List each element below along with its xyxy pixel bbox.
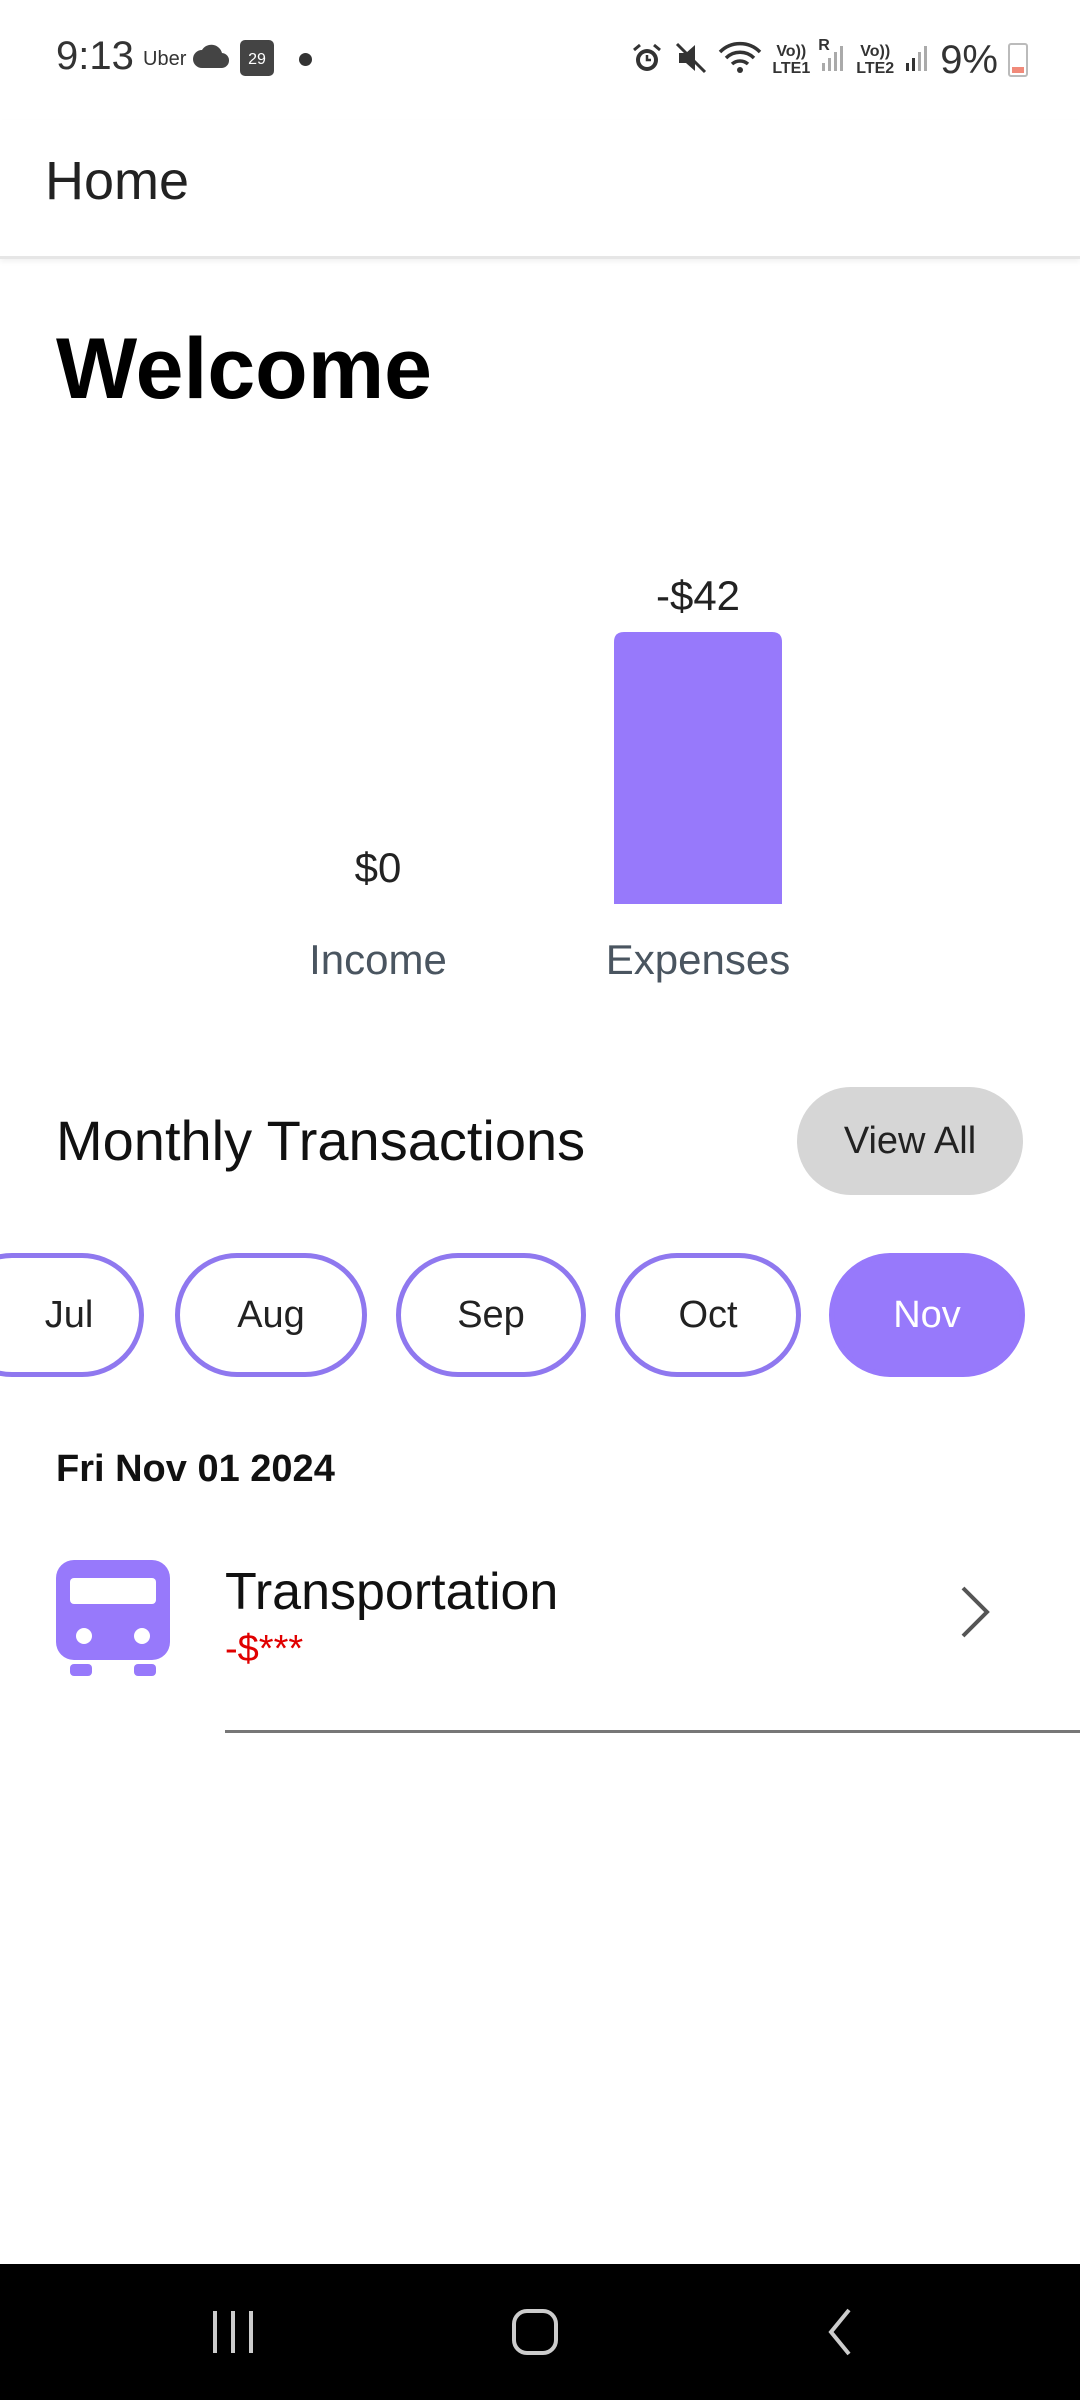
date-header: Fri Nov 01 2024 [56, 1448, 335, 1490]
system-nav-bar [0, 2264, 1080, 2400]
lte1-bottom: LTE1 [772, 60, 811, 77]
status-time: 9:13 [56, 34, 134, 78]
battery-percent: 9% [940, 37, 998, 82]
alarm-icon [630, 41, 664, 80]
lte2-bottom: LTE2 [856, 60, 895, 77]
month-pill-jul[interactable]: Jul [0, 1253, 144, 1377]
status-bar: 9:13 Uber 29 Vo)) LTE1 R Vo)) LTE2 9% [0, 0, 1080, 120]
app-bar: Home [0, 120, 1080, 259]
bar-expenses [614, 632, 782, 904]
month-label: Jul [44, 1293, 94, 1336]
signal-1-icon: R [818, 37, 846, 78]
month-label: Oct [678, 1293, 738, 1336]
income-expense-chart: $0 Income -$42 Expenses [309, 572, 790, 983]
lte2-indicator: Vo)) LTE2 [856, 43, 894, 77]
lte1-indicator: Vo)) LTE1 [772, 43, 810, 77]
transaction-row[interactable]: Transportation -$*** [0, 1540, 1080, 1733]
value-label-income: $0 [355, 844, 402, 891]
home-icon[interactable] [500, 2302, 570, 2362]
section-title: Monthly Transactions [56, 1109, 586, 1172]
recent-apps-icon[interactable] [198, 2302, 268, 2362]
month-label: Nov [893, 1293, 961, 1336]
month-pill-sep[interactable]: Sep [396, 1253, 586, 1377]
month-label: Sep [457, 1293, 525, 1336]
back-icon[interactable] [806, 2302, 876, 2362]
month-pill-oct[interactable]: Oct [615, 1253, 801, 1377]
calendar-icon: 29 [240, 40, 274, 76]
transaction-amount: -$*** [225, 1628, 304, 1670]
value-label-expenses: -$42 [656, 572, 740, 619]
category-label-income: Income [309, 936, 447, 983]
month-pill-aug[interactable]: Aug [175, 1253, 367, 1377]
month-label: Aug [237, 1293, 305, 1336]
lte2-top: Vo)) [860, 43, 891, 60]
bus-icon [56, 1560, 170, 1676]
wifi-icon [718, 41, 762, 80]
mute-icon [674, 41, 708, 80]
view-all-button[interactable]: View All [797, 1087, 1023, 1195]
roaming-label: R [818, 36, 830, 54]
category-label-expenses: Expenses [606, 936, 790, 983]
page-title: Home [45, 151, 190, 211]
row-divider [225, 1730, 1080, 1733]
cloud-icon [192, 44, 230, 75]
month-pill-nov[interactable]: Nov [829, 1253, 1025, 1377]
status-right-group: Vo)) LTE1 R Vo)) LTE2 9% [630, 32, 1028, 88]
welcome-heading: Welcome [56, 321, 432, 417]
signal-2-icon [904, 43, 930, 78]
battery-icon [1008, 43, 1028, 77]
transaction-category: Transportation [225, 1563, 559, 1621]
lte1-top: Vo)) [776, 43, 807, 60]
chevron-right-icon[interactable] [955, 1582, 995, 1647]
uber-notification-icon: Uber [143, 48, 187, 70]
month-selector: Jul Aug Sep Oct Nov [0, 1253, 1080, 1377]
notification-dot-icon [299, 53, 312, 66]
